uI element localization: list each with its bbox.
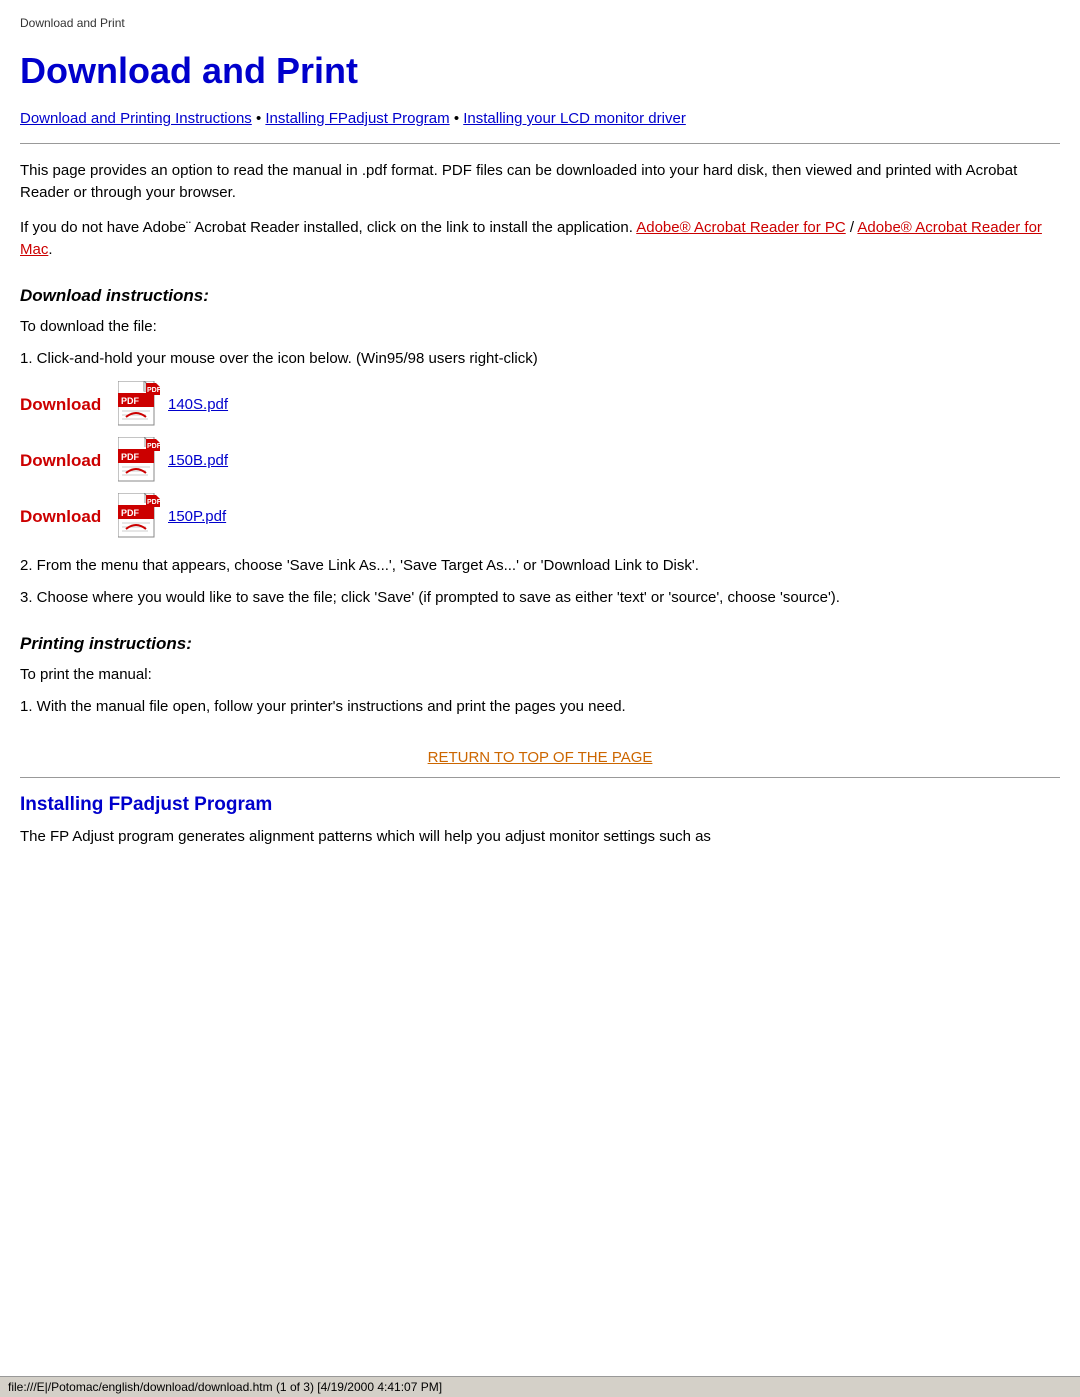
printing-step1-text: 1. With the manual file open, follow you… xyxy=(20,696,1060,719)
nav-link-download-printing[interactable]: Download and Printing Instructions xyxy=(20,110,252,127)
intro-p2-suffix: . xyxy=(48,241,52,258)
download-row-3: Download PDF PDF 150P.pdf xyxy=(20,493,1060,541)
printing-instructions-heading: Printing instructions: xyxy=(20,634,1060,654)
download-label-1: Download xyxy=(20,395,110,415)
nav-separator-1: • xyxy=(256,110,265,127)
pdf-icon-2: PDF PDF xyxy=(118,437,160,485)
nav-links: Download and Printing Instructions • Ins… xyxy=(20,108,1060,131)
download-step2-text: 2. From the menu that appears, choose 'S… xyxy=(20,555,1060,578)
intro-paragraph-2: If you do not have Adobe¨ Acrobat Reader… xyxy=(20,217,1060,262)
page-title: Download and Print xyxy=(20,50,1060,92)
download-label-3: Download xyxy=(20,507,110,527)
top-divider xyxy=(20,143,1060,144)
intro-p2-prefix: If you do not have Adobe¨ Acrobat Reader… xyxy=(20,219,636,236)
installing-text: The FP Adjust program generates alignmen… xyxy=(20,826,1060,849)
svg-text:PDF: PDF xyxy=(147,499,160,506)
download-row-1: Download PDF PDF 140S.pdf xyxy=(20,381,1060,429)
return-to-top-link[interactable]: RETURN TO TOP OF THE PAGE xyxy=(428,749,653,766)
printing-intro-text: To print the manual: xyxy=(20,664,1060,687)
download-step1-text: 1. Click-and-hold your mouse over the ic… xyxy=(20,348,1060,371)
intro-p2-sep: / xyxy=(846,219,858,236)
pdf-link-140s[interactable]: 140S.pdf xyxy=(168,396,228,413)
browser-title: Download and Print xyxy=(20,10,1060,40)
svg-text:PDF: PDF xyxy=(147,443,160,450)
svg-text:PDF: PDF xyxy=(121,396,140,406)
svg-text:PDF: PDF xyxy=(121,508,140,518)
download-intro-text: To download the file: xyxy=(20,316,1060,339)
svg-text:PDF: PDF xyxy=(121,452,140,462)
nav-separator-2: • xyxy=(454,110,463,127)
nav-link-fpadjust[interactable]: Installing FPadjust Program xyxy=(265,110,449,127)
return-to-top-container: RETURN TO TOP OF THE PAGE xyxy=(20,749,1060,767)
download-list: Download PDF PDF 140S.pdf Download xyxy=(20,381,1060,541)
download-row-2: Download PDF PDF 150B.pdf xyxy=(20,437,1060,485)
nav-link-lcd-driver[interactable]: Installing your LCD monitor driver xyxy=(463,110,686,127)
pdf-link-150b[interactable]: 150B.pdf xyxy=(168,452,228,469)
download-step3-text: 3. Choose where you would like to save t… xyxy=(20,587,1060,610)
svg-text:PDF: PDF xyxy=(147,387,160,394)
bottom-divider xyxy=(20,777,1060,778)
pdf-icon-1: PDF PDF xyxy=(118,381,160,429)
download-label-2: Download xyxy=(20,451,110,471)
status-bar: file:///E|/Potomac/english/download/down… xyxy=(0,1376,1080,1397)
intro-paragraph-1: This page provides an option to read the… xyxy=(20,160,1060,205)
acrobat-pc-link[interactable]: Adobe® Acrobat Reader for PC xyxy=(636,219,846,236)
download-instructions-heading: Download instructions: xyxy=(20,286,1060,306)
pdf-icon-3: PDF PDF xyxy=(118,493,160,541)
pdf-link-150p[interactable]: 150P.pdf xyxy=(168,508,226,525)
installing-fpadjust-heading: Installing FPadjust Program xyxy=(20,794,1060,816)
